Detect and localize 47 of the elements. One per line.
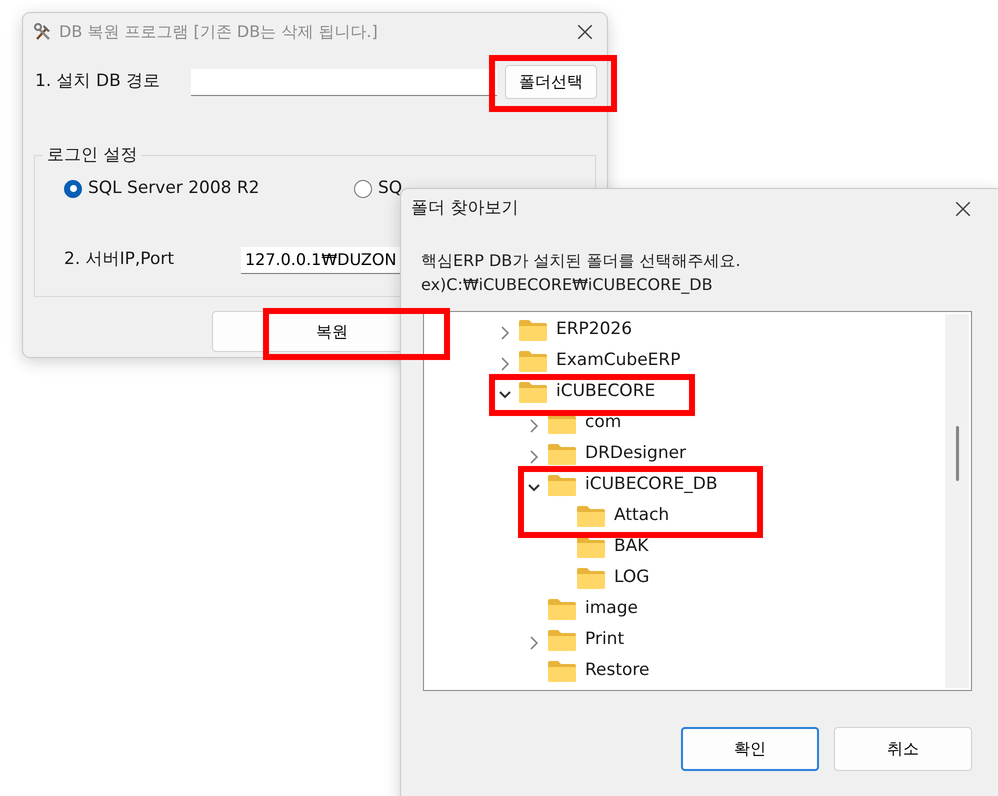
folder-icon [518,380,548,402]
folder-name: DRDesigner [585,442,686,465]
tree-item[interactable]: Print [424,624,971,655]
folder-icon [547,628,577,650]
folder-name: ExamCubeERP [556,348,680,372]
folder-icon [547,442,577,464]
folder-name: ERP2026 [556,318,632,341]
folder-name: image [585,596,638,620]
folder-icon [547,660,577,682]
tree-item[interactable]: iCUBECORE_DB [424,469,971,500]
window-title: 폴더 찾아보기 [411,197,518,220]
folder-name: iCUBECORE_DB [585,472,718,496]
folder-icon [547,474,577,496]
folder-icon [576,566,606,588]
tree-item[interactable]: com [424,407,971,438]
field-label: 2. 서버IP,Port [64,248,175,272]
radio-option[interactable]: SQL Server 2008 R2 [64,176,354,202]
scrollbar[interactable] [945,314,969,688]
instruction-text: ex)C:₩iCUBECORE₩iCUBECORE_DB [421,274,714,296]
folder-name: Attach [614,504,670,527]
folder-icon [576,504,606,526]
folder-name: iCUBECORE [556,380,656,403]
folder-name: LOG [614,566,650,589]
tree-item[interactable]: Restore [424,655,971,686]
folder-name: com [585,410,622,434]
dialog-button[interactable]: 확인 [681,727,819,771]
tree-item[interactable]: Attach [424,500,971,531]
folder-name: BAK [614,534,648,558]
path-field[interactable] [190,68,498,96]
tree-item[interactable]: BAK [424,531,971,562]
folder-icon [547,598,577,620]
field-label: 1. 설치 DB 경로 [35,70,162,94]
scroll-thumb[interactable] [956,426,959,481]
folder-icon [518,318,548,340]
folder-icon [576,536,606,558]
folder-name: Print [585,628,624,651]
tree-item[interactable]: LOG [424,562,971,593]
window-title: DB 복원 프로그램 [기존 DB는 삭제 됩니다.] [59,21,378,43]
folder-icon [518,350,548,372]
tree-item[interactable]: DRDesigner [424,438,971,469]
browse-button[interactable]: 폴더선택 [505,65,597,99]
dialog-button[interactable]: 취소 [834,727,972,771]
tree-item[interactable]: iCUBECORE [424,376,971,407]
folder-name: Restore [585,658,650,682]
tree-item[interactable]: image [424,593,971,624]
tools-icon [33,22,53,42]
radio-option[interactable]: SQ [354,176,402,202]
